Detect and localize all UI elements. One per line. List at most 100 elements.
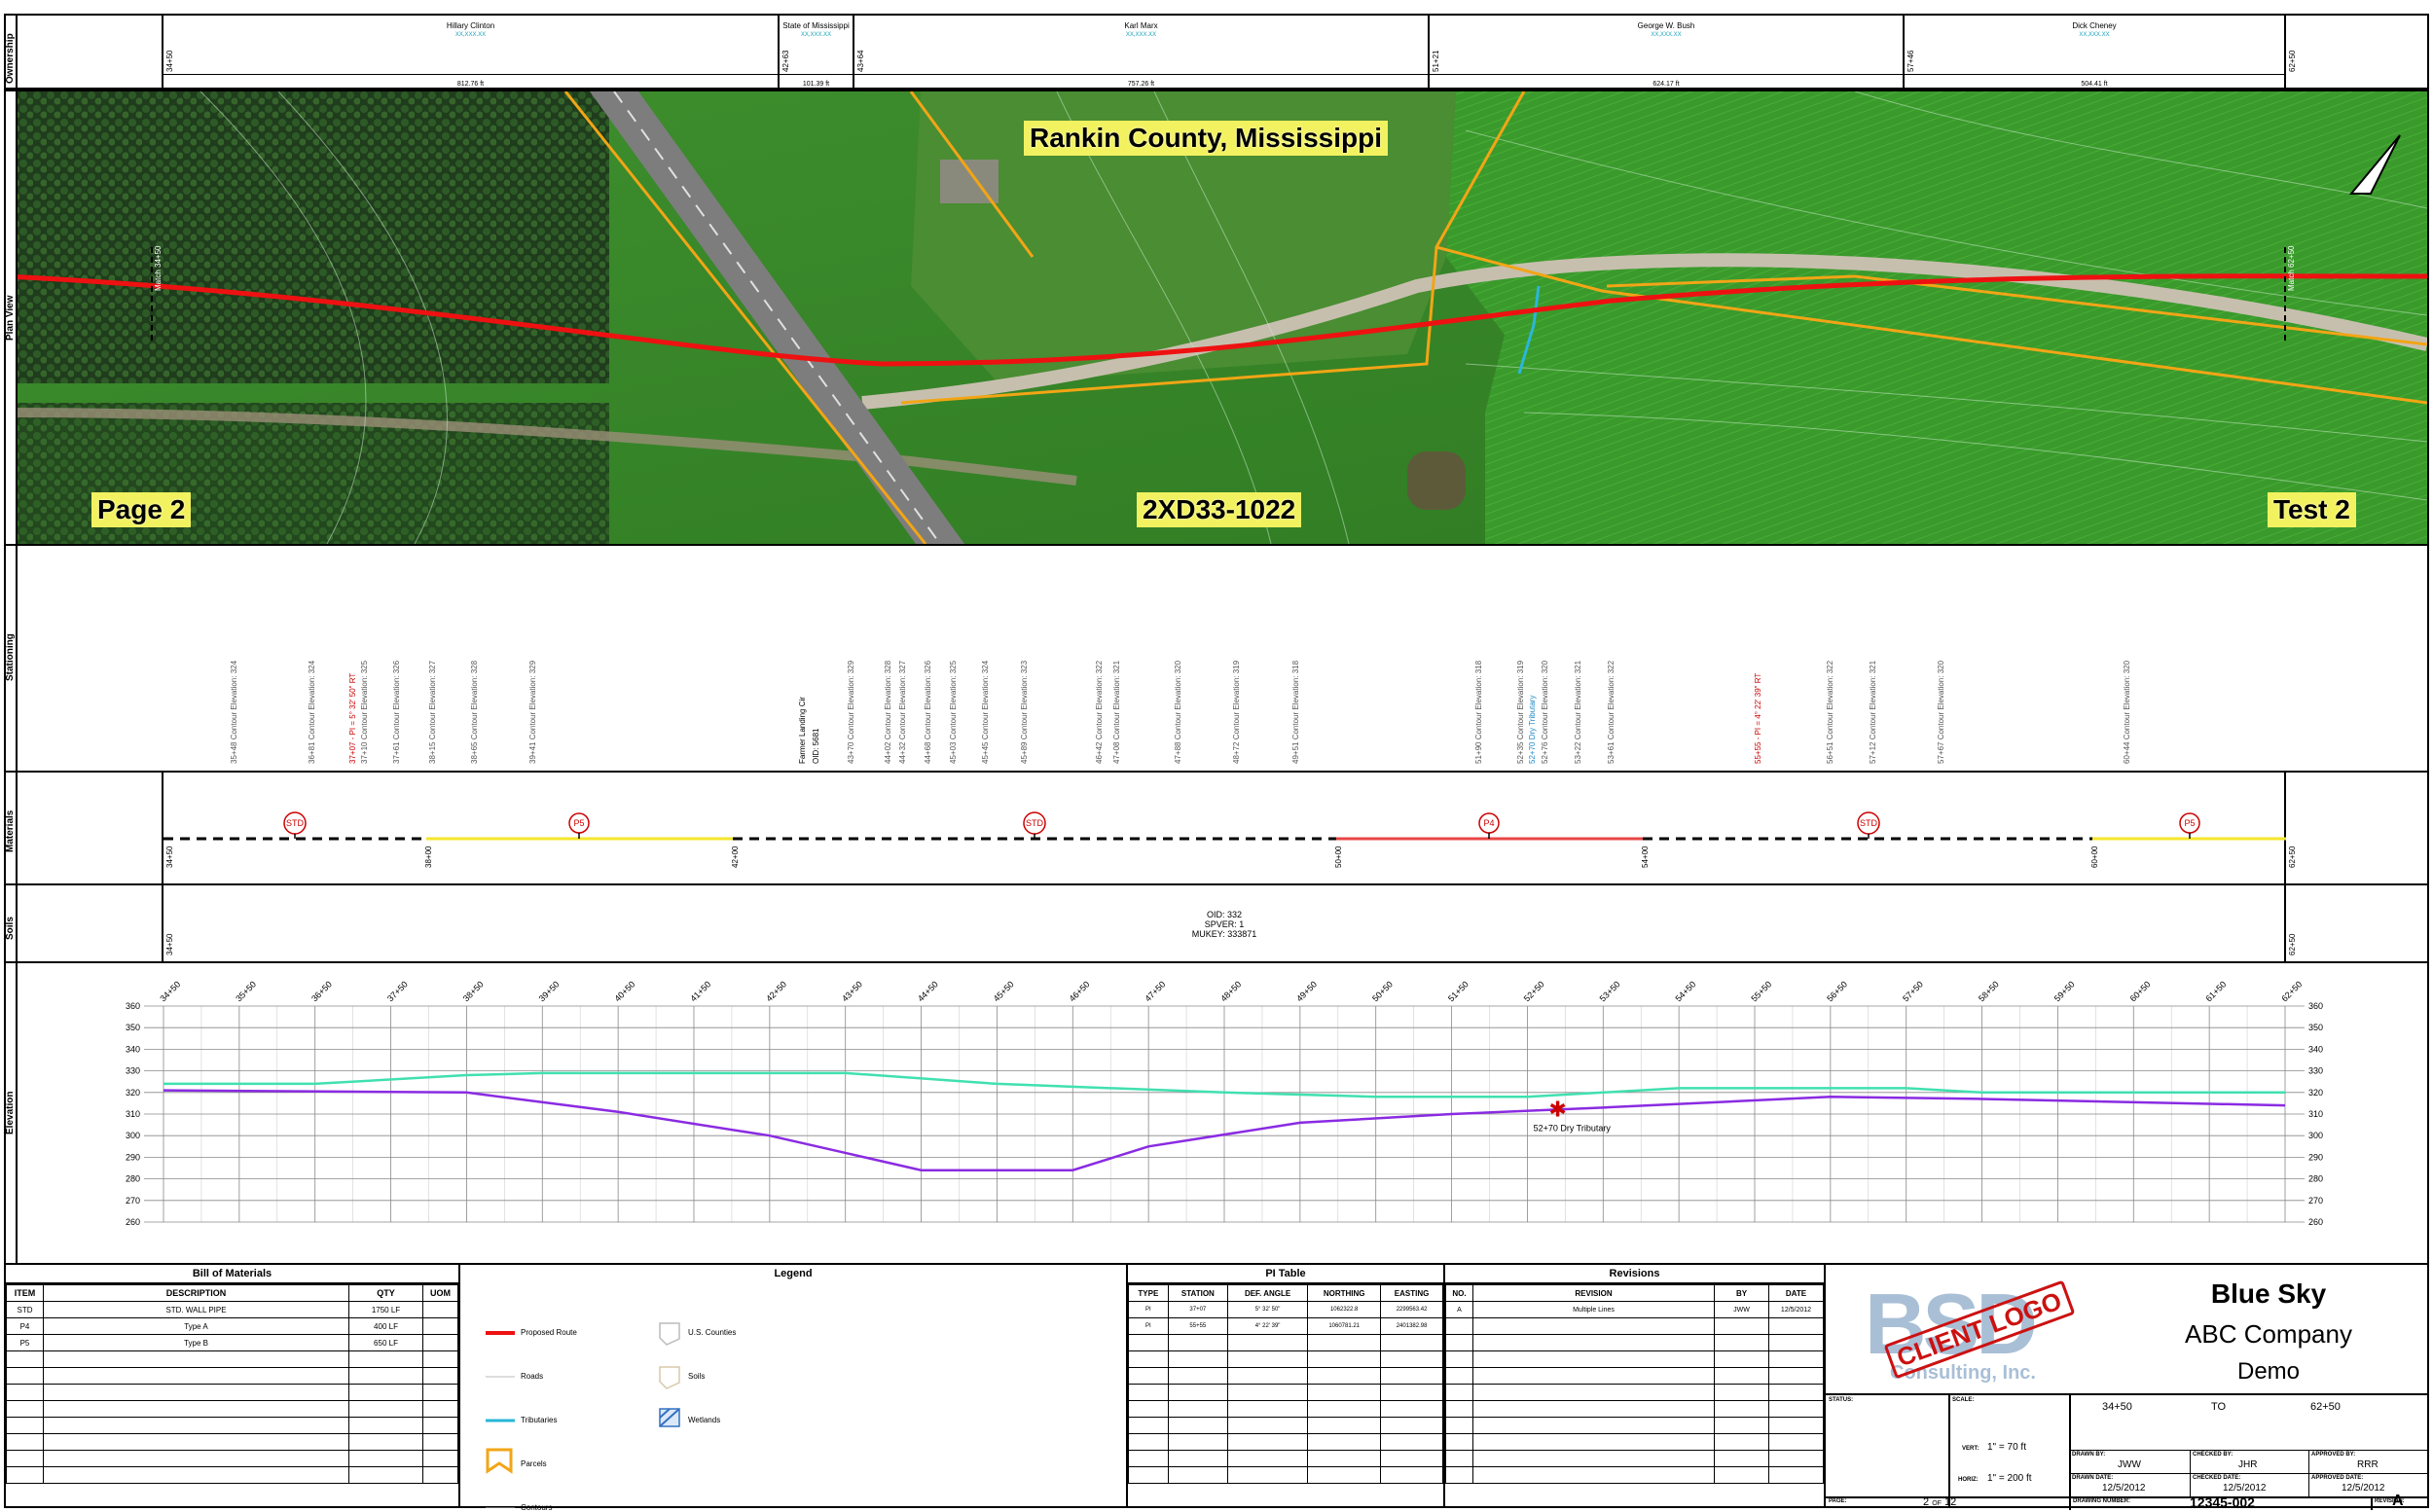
page-of: OF [1932,1500,1942,1507]
bom-cell: 400 LF [348,1317,423,1335]
bom-cell [422,1317,458,1335]
x-tick-label: 45+50 [992,979,1016,1003]
station-annotation: 53+22 Contour Elevation: 321 [1574,660,1582,764]
legend-item-us-counties: U.S. Counties [688,1328,737,1337]
ownership-parcel[interactable]: Karl Marx XX,XXX.XX 757.26 ft 43+64 [854,14,1430,90]
x-tick-label: 51+50 [1446,979,1471,1003]
pi-cell: 1062322.8 [1307,1301,1382,1318]
ownership-parcel[interactable]: Dick Cheney XX,XXX.XX 504.41 ft 57+46 [1905,14,2284,90]
station-annotation: 37+07 - PI = 5° 32' 50" RT [348,672,357,764]
station-annotation: 37+10 Contour Elevation: 325 [360,660,369,764]
station-annotation: 52+76 Contour Elevation: 320 [1541,660,1549,764]
station-annotation: 37+61 Contour Elevation: 326 [392,660,401,764]
table-row [6,1367,458,1385]
soils-start-station: 34+50 [165,933,174,955]
ownership-gutter-right [2284,14,2286,90]
table-row[interactable]: PI 37+07 5° 32' 50" 1062322.8 2299563.42 [1128,1301,1443,1318]
station-annotation: 45+45 Contour Elevation: 324 [981,660,990,764]
parcel-length: 101.39 ft [802,81,830,88]
x-tick-label: 41+50 [688,979,712,1003]
title-block: BSD Consulting, Inc. CLIENT LOGO Blue Sk… [1824,1263,2429,1510]
table-row [1445,1450,1824,1467]
parcel-owner-id: XX,XXX.XX [1651,32,1682,38]
soils-gutter-left [162,883,163,963]
legend: Legend Proposed Route Roads Tributaries … [458,1263,1128,1512]
x-tick-label: 36+50 [309,979,334,1003]
revision-cell: 12/5/2012 [1768,1301,1824,1318]
table-row [1445,1400,1824,1418]
material-marker-p5: P5 [573,818,585,828]
y-tick-label-left: 280 [126,1174,140,1184]
table-row [1445,1433,1824,1451]
parcel-start-station: 51+21 [1432,50,1440,72]
soil-oid: OID: 332 [1206,910,1243,919]
station-annotation: 38+65 Contour Elevation: 328 [470,660,479,764]
table-row [1445,1350,1824,1368]
revision-header: REVISION [1472,1284,1715,1302]
parcel-owner-name: Karl Marx [1124,21,1158,30]
vert-scale-value: 1" = 70 ft [1987,1442,2026,1453]
table-row[interactable]: STD STD. WALL PIPE 1750 LF [6,1301,458,1318]
revisions: Revisions NO. REVISION BY DATE A Multipl… [1443,1263,1826,1508]
table-row [1128,1384,1443,1401]
plan-view-map[interactable] [6,91,2427,544]
y-tick-label-right: 300 [2308,1131,2323,1140]
y-tick-label-right: 270 [2308,1196,2323,1206]
elevation-chart[interactable]: 34+50 35+50 36+50 37+50 38+50 39+50 40+50 41+50… [39,967,2414,1259]
table-row [6,1433,458,1451]
soils-info[interactable]: OID: 332 SPVER: 1 MUKEY: 333871 [1127,910,1322,939]
soils-end-station: 62+50 [2288,933,2297,955]
material-station: 54+00 [1641,846,1650,868]
approved-by: RRR [2357,1459,2379,1470]
tb-rule [2371,1496,2373,1510]
bom-cell: STD. WALL PIPE [43,1301,349,1318]
ownership-parcel[interactable]: State of Mississippi XX,XXX.XX 101.39 ft… [780,14,854,90]
table-row [6,1417,458,1434]
parcel-start-station: 57+46 [1906,50,1915,72]
drawn-by-label: DRAWN BY: [2072,1452,2106,1458]
materials-strip[interactable] [163,804,2286,882]
x-tick-label: 54+50 [1673,979,1697,1003]
legend-item-proposed-route: Proposed Route [521,1328,577,1337]
drawing-number-label: DRAWING NUMBER: [2073,1498,2130,1504]
parcel-owner-id: XX,XXX.XX [454,32,487,38]
table-row[interactable]: P4 Type A 400 LF [6,1317,458,1335]
x-tick-label: 35+50 [234,979,258,1003]
material-marker-p5: P5 [2184,818,2196,828]
match-right-label: Match 62+50 [2287,245,2296,291]
table-row [1128,1400,1443,1418]
bom-cell: STD [6,1301,44,1318]
material-marker-std: STD [1860,818,1877,828]
bom-cell: Type B [43,1334,349,1351]
ownership-parcel[interactable]: Hillary Clinton XX,XXX.XX 812.76 ft 34+5… [163,14,780,90]
legend-item-parcels: Parcels [521,1459,547,1468]
x-tick-label: 55+50 [1749,979,1773,1003]
horiz-scale-value: 1" = 200 ft [1987,1473,2032,1484]
station-annotation: 38+15 Contour Elevation: 327 [428,660,437,764]
x-tick-label: 52+50 [1522,979,1546,1003]
table-row [1128,1466,1443,1484]
tree-stand [6,91,609,383]
table-row[interactable]: P5 Type B 650 LF [6,1334,458,1351]
revision-cell: Multiple Lines [1472,1301,1715,1318]
plan-view-section: Rankin County, Mississippi Page 2 2XD33-… [4,90,2429,546]
elevation-label: Elevation [5,1091,16,1134]
table-row[interactable]: A Multiple Lines JWW 12/5/2012 [1445,1301,1824,1318]
legend-swatches [486,1322,680,1508]
table-row[interactable]: PI 55+55 4° 22' 39" 1060781.21 2401382.9… [1128,1317,1443,1335]
legend-item-wetlands: Wetlands [688,1416,721,1424]
ownership-parcel[interactable]: George W. Bush XX,XXX.XX 624.17 ft 51+21 [1430,14,1905,90]
company-name-3: Demo [2236,1358,2301,1385]
table-row [1128,1417,1443,1434]
checked-date-label: CHECKED DATE: [2193,1475,2241,1481]
material-marker-std: STD [286,818,304,828]
station-annotation: 52+35 Contour Elevation: 319 [1516,660,1525,764]
pi-cell: 5° 32' 50" [1226,1301,1309,1318]
pi-header: STATION [1167,1284,1228,1302]
station-annotation: 56+51 Contour Elevation: 322 [1826,660,1834,764]
parcel-start-station: 34+50 [165,50,174,72]
legend-title: Legend [774,1268,813,1279]
station-annotation: 44+02 Contour Elevation: 328 [884,660,892,764]
table-row [6,1400,458,1418]
station-annotation: 60+44 Contour Elevation: 320 [2123,660,2131,764]
